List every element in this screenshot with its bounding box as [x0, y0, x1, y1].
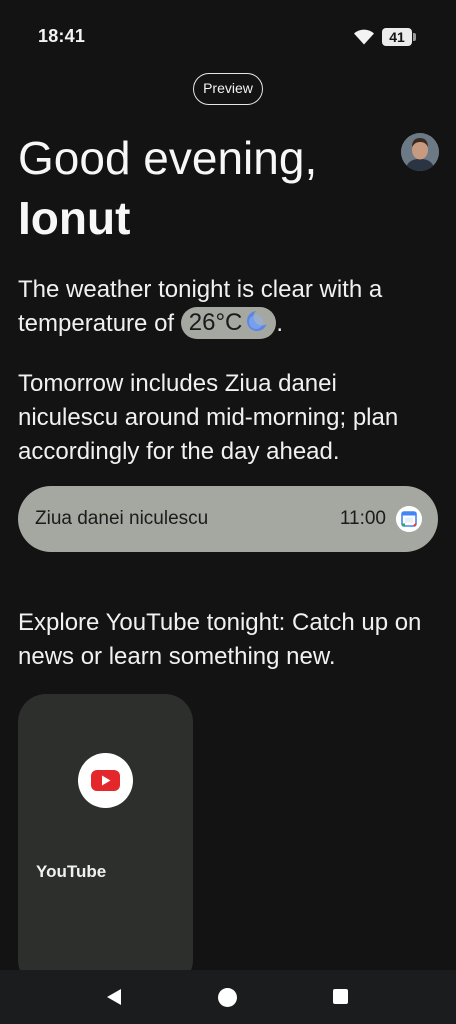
status-bar: 18:41 41 — [0, 0, 456, 60]
google-calendar-icon — [396, 506, 422, 532]
temperature-chip[interactable]: 26°C — [180, 306, 277, 339]
wifi-icon — [354, 29, 374, 45]
avatar-photo — [401, 133, 439, 171]
battery-cap — [413, 33, 416, 41]
status-time: 18:41 — [38, 26, 86, 46]
youtube-card[interactable]: YouTube — [18, 694, 193, 988]
back-icon[interactable] — [104, 987, 124, 1007]
greeting-name: Ionut — [18, 192, 131, 244]
battery-level: 41 — [382, 28, 412, 46]
preview-chip[interactable]: Preview — [193, 73, 263, 105]
youtube-logo — [78, 753, 133, 808]
moon-icon — [247, 308, 271, 332]
calendar-summary: Tomorrow includes Ziua danei niculescu a… — [18, 370, 399, 465]
temperature-value: 26°C — [188, 308, 243, 336]
greeting-line: Good evening, — [18, 132, 318, 184]
event-time: 11:00 — [339, 508, 386, 529]
youtube-icon — [91, 770, 120, 791]
avatar[interactable] — [401, 133, 439, 171]
greeting-heading: Good evening, Ionut — [18, 128, 388, 248]
explore-text: Explore YouTube tonight: Catch up on new… — [18, 609, 422, 670]
event-title: Ziua danei niculescu — [35, 508, 209, 529]
youtube-label: YouTube — [36, 862, 107, 881]
event-chip[interactable]: Ziua danei niculescu 11:00 — [18, 486, 438, 552]
weather-summary: The weather tonight is clear with a temp… — [18, 273, 443, 341]
weather-text-end: . — [276, 310, 284, 337]
navigation-bar — [0, 970, 456, 1024]
home-icon[interactable] — [218, 988, 237, 1007]
battery-icon: 41 — [382, 28, 416, 46]
recents-icon[interactable] — [333, 989, 348, 1004]
